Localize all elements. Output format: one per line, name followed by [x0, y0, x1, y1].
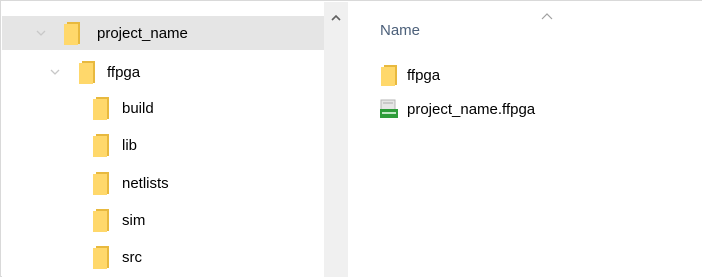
tree-item-ffpga[interactable]: ffpga: [2, 55, 324, 89]
chevron-down-icon[interactable]: [50, 67, 60, 77]
folder-icon: [93, 245, 110, 269]
navigation-tree: project_name ffpga build lib netlists si…: [2, 2, 324, 277]
folder-icon: [93, 171, 110, 195]
tree-item-label: sim: [122, 211, 146, 229]
tree-item-label: build: [122, 99, 154, 117]
folder-icon: [93, 96, 110, 120]
folder-icon: [93, 133, 110, 157]
scroll-up-arrow-icon[interactable]: [329, 10, 343, 21]
tree-item-project-name[interactable]: project_name: [2, 16, 324, 50]
tree-item-label: src: [122, 248, 142, 266]
folder-icon: [378, 64, 400, 86]
folder-icon: [79, 60, 96, 84]
tree-item-label: netlists: [122, 174, 169, 192]
folder-icon: [93, 208, 110, 232]
tree-scrollbar[interactable]: [324, 2, 348, 277]
tree-item-src[interactable]: src: [2, 240, 324, 274]
file-item-label: ffpga: [407, 66, 441, 84]
tree-item-label: project_name: [97, 24, 188, 42]
file-item-label: project_name.ffpga: [407, 100, 536, 118]
sort-ascending-icon: [540, 7, 554, 20]
ffpga-file-icon: [378, 98, 400, 120]
file-list-pane: Name ffpga project_name.ffpga: [348, 2, 702, 277]
tree-item-sim[interactable]: sim: [2, 203, 324, 237]
file-item-project-ffpga[interactable]: project_name.ffpga: [378, 96, 535, 122]
chevron-down-icon[interactable]: [36, 28, 46, 38]
file-item-ffpga-folder[interactable]: ffpga: [378, 62, 440, 88]
tree-item-label: lib: [122, 136, 138, 154]
tree-item-lib[interactable]: lib: [2, 128, 324, 162]
tree-item-build[interactable]: build: [2, 91, 324, 125]
tree-item-label: ffpga: [107, 63, 141, 81]
folder-icon: [64, 21, 81, 45]
tree-item-netlists[interactable]: netlists: [2, 166, 324, 200]
explorer-window: project_name ffpga build lib netlists si…: [0, 0, 702, 277]
column-header-name[interactable]: Name: [380, 22, 420, 39]
